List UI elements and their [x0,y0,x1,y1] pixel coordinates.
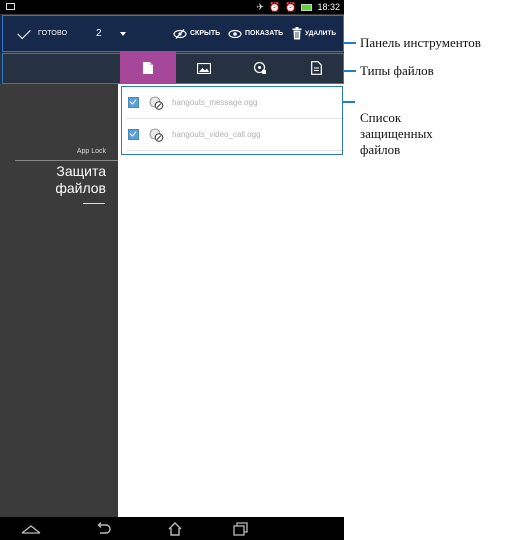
toolbar-highlight [2,15,344,52]
file-types-leader-line [344,70,356,72]
recent-apps-icon [233,522,248,536]
section-title[interactable]: Защита файлов [6,163,106,197]
home-icon [168,522,182,536]
file-list-highlight [121,86,343,155]
divider [15,160,118,161]
recent-apps-button[interactable] [226,519,256,539]
home-button[interactable] [160,519,190,539]
airplane-icon: ✈ [256,2,265,12]
file-list-callout-line2: защищенных [360,126,433,141]
status-bar: ✈ ⏰ ⏰ 18:32 [0,0,344,14]
app-name: App Lock [76,148,106,155]
toolbar-callout: Панель инструментов [360,35,481,50]
section-underline [83,203,105,204]
back-icon [97,522,111,534]
file-list-leader-line [343,101,355,103]
file-types-callout: Типы файлов [360,63,434,78]
back-button[interactable] [88,519,118,539]
section-title-line1: Защита [56,163,106,179]
battery-icon [301,3,313,11]
file-types-highlight [2,53,344,84]
file-list-callout-line1: Список [360,110,402,125]
file-list-callout-line3: файлов [360,142,401,157]
navigation-bar [0,517,344,540]
toolbar-leader-line [344,42,356,44]
status-time: 18:32 [317,2,340,12]
file-list-callout: Список защищенных файлов [360,110,433,158]
alarm-icon: ⏰ [285,2,297,12]
side-panel: App Lock Защита файлов [0,84,118,517]
section-title-line2: файлов [55,180,106,196]
nav-up-button[interactable] [16,519,46,539]
notification-icon [6,3,15,10]
alarm-icon: ⏰ [269,2,281,12]
chevron-up-icon [21,525,41,534]
